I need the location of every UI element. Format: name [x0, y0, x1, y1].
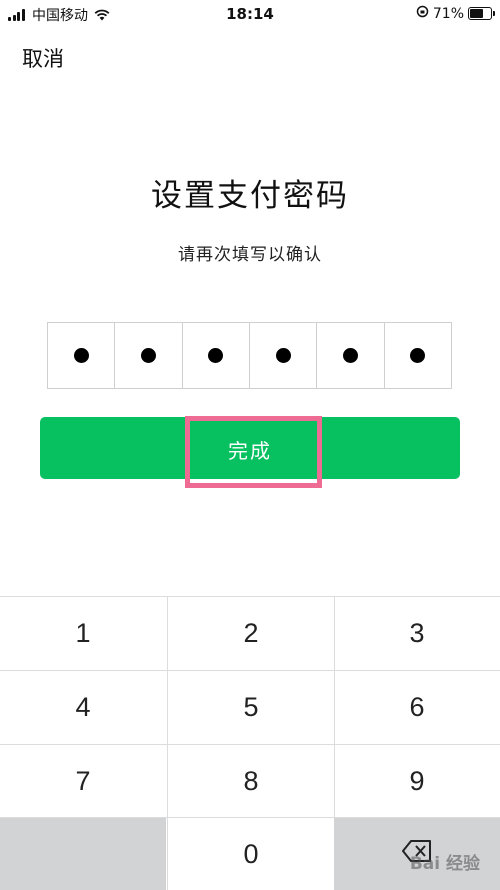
key-8[interactable]: 8	[167, 745, 335, 818]
rotation-lock-icon	[416, 5, 429, 22]
backspace-icon	[402, 840, 432, 866]
key-4[interactable]: 4	[0, 671, 166, 744]
key-1[interactable]: 1	[0, 597, 166, 670]
battery-icon	[468, 7, 495, 20]
key-3[interactable]: 3	[334, 597, 500, 670]
pin-cell	[115, 323, 183, 388]
battery-fill	[470, 9, 483, 18]
pin-dot	[140, 348, 156, 363]
pin-cell	[183, 323, 250, 388]
key-9[interactable]: 9	[334, 745, 500, 818]
key-0[interactable]: 0	[167, 818, 335, 890]
pin-dot	[73, 348, 89, 363]
page-subtitle: 请再次填写以确认	[178, 245, 322, 265]
cancel-button[interactable]: 取消	[22, 43, 64, 73]
battery-percent: 71%	[432, 5, 464, 22]
pin-cell	[48, 323, 116, 388]
done-button-label: 完成	[228, 439, 272, 463]
pin-input[interactable]	[47, 322, 452, 389]
pin-dot	[342, 348, 358, 363]
key-2[interactable]: 2	[167, 597, 335, 670]
pin-cell	[250, 323, 318, 388]
status-bar: 中国移动 18:14 71%	[0, 0, 500, 30]
key-5[interactable]: 5	[167, 671, 335, 744]
pin-cell	[385, 323, 451, 388]
pin-dot	[275, 348, 291, 363]
pin-dot	[410, 348, 426, 363]
key-6[interactable]: 6	[334, 671, 500, 744]
pin-dot	[208, 348, 224, 363]
page-title: 设置支付密码	[151, 178, 349, 214]
status-right: 71%	[416, 5, 495, 22]
key-7[interactable]: 7	[0, 745, 166, 818]
done-button[interactable]: 完成	[40, 417, 460, 479]
pin-cell	[317, 323, 385, 388]
delete-key[interactable]	[334, 818, 500, 890]
numeric-keypad: 1 2 3 4 5 6 7 8 9 0 Bai 经验	[0, 596, 500, 890]
key-blank	[0, 818, 166, 890]
